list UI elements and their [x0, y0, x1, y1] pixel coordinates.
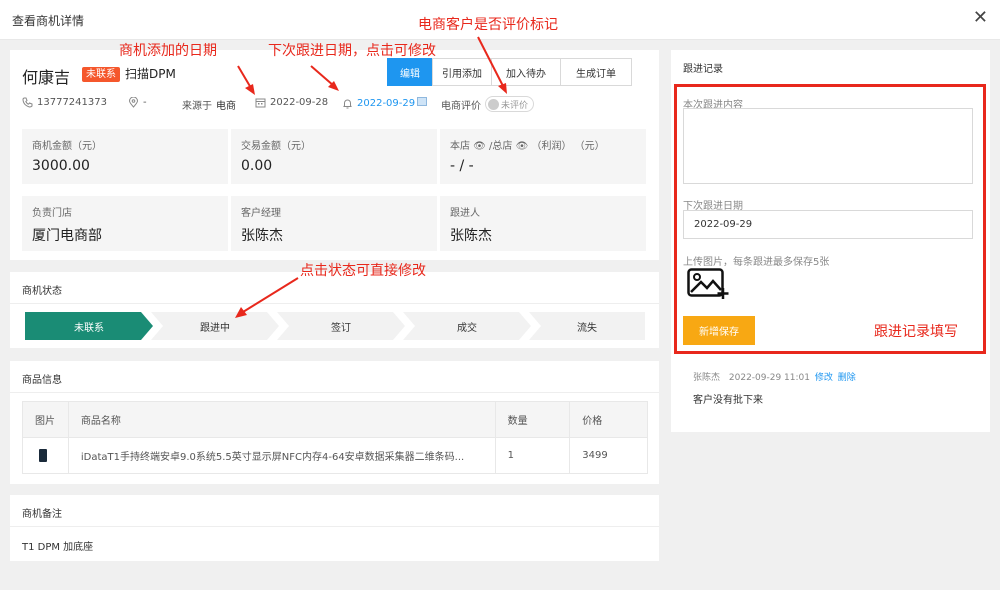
- status-badge: 未联系: [82, 67, 120, 82]
- product-price: 3499: [569, 437, 648, 474]
- table-header-row: 图片 商品名称 数量 价格: [22, 401, 648, 438]
- remark-text: T1 DPM 加底座: [22, 542, 94, 553]
- stat-manager: 客户经理 张陈杰: [231, 196, 437, 251]
- stat-trade-amount: 交易金额（元） 0.00: [231, 129, 437, 184]
- upload-label: 上传图片，每条跟进最多保存5张: [683, 257, 830, 268]
- added-date-info: 2022-09-28: [255, 97, 328, 108]
- bell-icon: [342, 98, 353, 109]
- goods-table: 图片 商品名称 数量 价格 iDataT1手持终端安卓9.0系统5.5英寸显示屏…: [22, 401, 648, 474]
- stat-label: 交易金额（元）: [241, 141, 311, 152]
- step-signed[interactable]: 签订: [277, 312, 405, 340]
- upload-image-icon[interactable]: [687, 268, 729, 304]
- toggle-knob: [488, 98, 499, 110]
- log-text: 客户没有批下来: [693, 395, 763, 406]
- opportunity-tag: 扫描DPM: [125, 67, 176, 81]
- goods-card: 商品信息 图片 商品名称 数量 价格 iDataT1手持终端安卓9.0系统5.5…: [10, 361, 659, 484]
- stat-label: 商机金额（元）: [32, 141, 102, 152]
- followup-content-textarea[interactable]: [683, 108, 973, 184]
- eval-state: 未评价: [501, 100, 529, 111]
- stat-follower: 跟进人 张陈杰: [440, 196, 646, 251]
- quote-add-button[interactable]: 引用添加: [432, 58, 492, 86]
- phone-number: 13777241373: [37, 97, 107, 108]
- action-buttons: 编辑 引用添加 加入待办 生成订单: [387, 58, 632, 86]
- window-title: 查看商机详情: [12, 14, 85, 28]
- calendar-small-icon[interactable]: [417, 97, 428, 109]
- stat-value: 张陈杰: [241, 228, 283, 244]
- step-closed[interactable]: 成交: [403, 312, 531, 340]
- table-row: iDataT1手持终端安卓9.0系统5.5英寸显示屏NFC内存4-64安卓数据采…: [22, 437, 648, 474]
- stat-label: 本店 👁 /总店 👁 （利润） （元）: [450, 141, 605, 152]
- product-image: [22, 437, 69, 474]
- col-price: 价格: [569, 401, 648, 438]
- stat-opportunity-amount: 商机金额（元） 3000.00: [22, 129, 228, 184]
- status-steps: 未联系 跟进中 签订 成交 流失: [25, 312, 645, 340]
- followup-card: 跟进记录 本次跟进内容 下次跟进日期 2022-09-29 上传图片，每条跟进最…: [671, 50, 990, 432]
- followup-title: 跟进记录: [683, 64, 723, 75]
- eval-toggle[interactable]: 未评价: [485, 96, 535, 112]
- location-pin-icon: [128, 96, 139, 108]
- annotation-eval-mark: 电商客户是否评价标记: [418, 17, 558, 33]
- step-uncontacted[interactable]: 未联系: [25, 312, 153, 340]
- col-image: 图片: [22, 401, 69, 438]
- location-value: -: [143, 97, 147, 108]
- product-name: iDataT1手持终端安卓9.0系统5.5英寸显示屏NFC内存4-64安卓数据采…: [67, 437, 496, 474]
- product-qty: 1: [494, 437, 571, 474]
- annotation-status-edit: 点击状态可直接修改: [300, 263, 426, 279]
- generate-order-button[interactable]: 生成订单: [560, 58, 632, 86]
- divider: [10, 526, 659, 527]
- stat-profit: 本店 👁 /总店 👁 （利润） （元） - / -: [440, 129, 646, 184]
- stat-label: 客户经理: [241, 208, 281, 219]
- log-delete-link[interactable]: 删除: [838, 373, 856, 383]
- edit-button[interactable]: 编辑: [387, 58, 433, 86]
- stat-value: 0.00: [241, 158, 273, 174]
- phone-icon: [22, 97, 33, 108]
- opportunity-card: 何康吉 未联系 扫描DPM 编辑 引用添加 加入待办 生成订单 13777241…: [10, 50, 659, 260]
- divider: [10, 303, 659, 304]
- next-date-info[interactable]: 2022-09-29: [342, 97, 428, 109]
- stat-value: - / -: [450, 158, 474, 174]
- step-lost[interactable]: 流失: [529, 312, 645, 340]
- added-date: 2022-09-28: [270, 97, 329, 108]
- col-name: 商品名称: [67, 401, 496, 438]
- stat-store: 负责门店 厦门电商部: [22, 196, 228, 251]
- stat-value: 厦门电商部: [32, 228, 102, 244]
- location-info: -: [128, 96, 147, 108]
- stat-label: 跟进人: [450, 208, 480, 219]
- close-icon[interactable]: ✕: [973, 8, 988, 28]
- next-date-input[interactable]: 2022-09-29: [683, 210, 973, 239]
- log-user: 张陈杰: [693, 373, 721, 383]
- product-thumbnail: [39, 449, 47, 462]
- stat-label: 负责门店: [32, 208, 72, 219]
- eval-label: 电商评价: [441, 100, 481, 112]
- source-label: 来源于: [182, 101, 212, 112]
- goods-title: 商品信息: [22, 375, 62, 386]
- annotation-added-date: 商机添加的日期: [119, 43, 217, 59]
- stat-value: 3000.00: [32, 158, 90, 174]
- info-row: 13777241373 - 来源于 电商 2022-09-28 2022-09-…: [22, 96, 652, 113]
- calendar-icon: [255, 97, 266, 108]
- divider: [10, 392, 659, 393]
- annotation-next-date: 下次跟进日期，点击可修改: [268, 43, 436, 59]
- remark-title: 商机备注: [22, 509, 62, 520]
- next-followup-date[interactable]: 2022-09-29: [357, 98, 415, 109]
- add-todo-button[interactable]: 加入待办: [491, 58, 561, 86]
- status-card: 商机状态 未联系 跟进中 签订 成交 流失: [10, 272, 659, 348]
- add-save-button[interactable]: 新增保存: [683, 316, 755, 345]
- source-info: 来源于 电商: [182, 97, 236, 112]
- eval-info: 电商评价 未评价: [441, 96, 535, 112]
- log-meta: 张陈杰 2022-09-29 11:01 修改 删除: [693, 370, 856, 383]
- step-following[interactable]: 跟进中: [151, 312, 279, 340]
- log-edit-link[interactable]: 修改: [815, 373, 833, 383]
- col-qty: 数量: [494, 401, 571, 438]
- customer-name: 何康吉: [22, 68, 71, 87]
- source-value: 电商: [216, 101, 236, 112]
- phone-info: 13777241373: [22, 97, 107, 108]
- stat-value: 张陈杰: [450, 228, 492, 244]
- remark-card: 商机备注 T1 DPM 加底座: [10, 495, 659, 561]
- fill-note-annotation: 跟进记录填写: [874, 324, 958, 340]
- log-time: 2022-09-29 11:01: [728, 373, 810, 383]
- status-title: 商机状态: [22, 286, 62, 297]
